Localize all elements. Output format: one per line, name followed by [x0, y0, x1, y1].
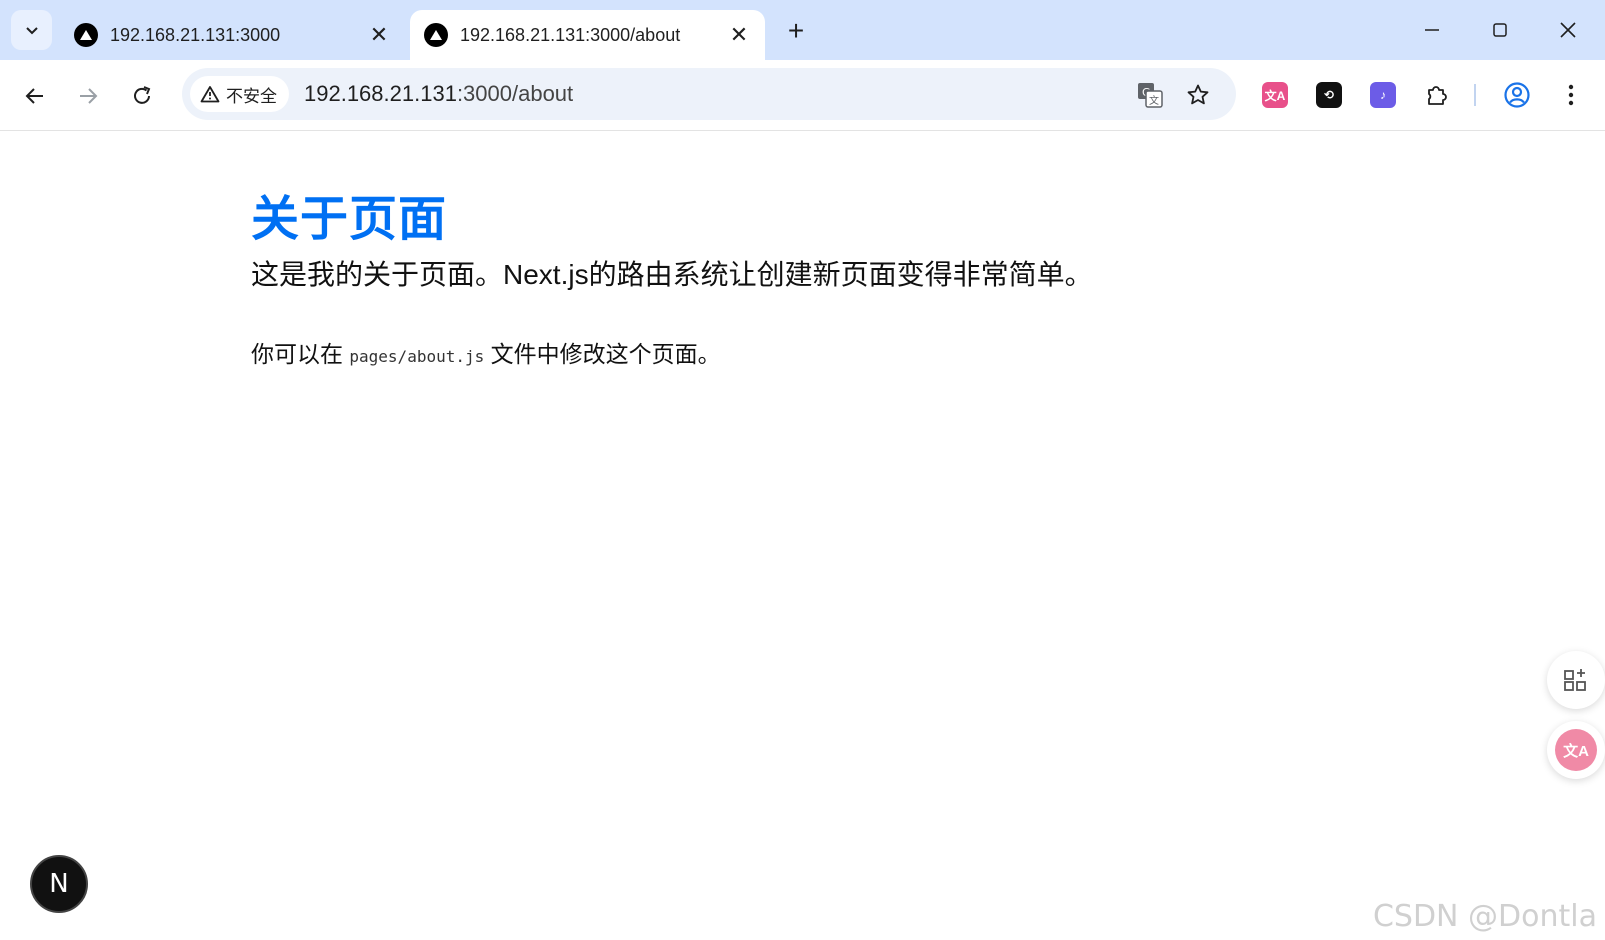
- minimize-icon: [1425, 29, 1439, 31]
- back-button[interactable]: [15, 76, 55, 116]
- translate-page-button[interactable]: G文: [1133, 78, 1167, 112]
- audio-extension-icon: ♪: [1370, 82, 1396, 108]
- nextjs-favicon-icon: [74, 23, 98, 47]
- svg-text:文: 文: [1149, 94, 1159, 107]
- url-host: 192.168.21.131: [304, 81, 457, 106]
- reload-icon: [134, 86, 151, 104]
- tab-close-icon[interactable]: ✕: [725, 21, 753, 49]
- page-note: 你可以在 pages/about.js 文件中修改这个页面。: [251, 335, 721, 369]
- tab-strip: 192.168.21.131:3000 ✕ 192.168.21.131:300…: [0, 0, 1605, 60]
- tab-home[interactable]: 192.168.21.131:3000 ✕: [60, 10, 405, 60]
- tab-title: 192.168.21.131:3000/about: [460, 24, 681, 45]
- bookmark-button[interactable]: [1181, 78, 1215, 112]
- tab-search-button[interactable]: [11, 10, 52, 50]
- star-icon: [1187, 84, 1209, 105]
- translate-extension-button[interactable]: 文A: [1258, 78, 1292, 112]
- warning-icon: [200, 86, 220, 103]
- menu-button[interactable]: [1554, 78, 1588, 112]
- close-icon: [1560, 22, 1576, 38]
- floating-apps-button[interactable]: [1547, 651, 1605, 709]
- account-circle-icon: [1504, 82, 1530, 108]
- more-vert-icon: [1568, 84, 1574, 106]
- chatgpt-extension-icon: ⟲: [1316, 82, 1342, 108]
- arrow-left-icon: [25, 88, 43, 104]
- arrow-right-icon: [80, 88, 98, 104]
- page-title: 关于页面: [251, 193, 448, 246]
- security-label: 不安全: [226, 86, 277, 106]
- page-intro: 这是我的关于页面。Next.js的路由系统让创建新页面变得非常简单。: [251, 259, 1093, 290]
- chevron-down-icon: [25, 27, 38, 35]
- security-chip[interactable]: 不安全: [190, 76, 289, 112]
- translate-extension-icon: 文A: [1262, 82, 1288, 108]
- page-note-code: pages/about.js: [349, 347, 485, 366]
- profile-button[interactable]: [1500, 78, 1534, 112]
- maximize-icon: [1493, 23, 1507, 37]
- chatgpt-extension-button[interactable]: ⟲: [1312, 78, 1346, 112]
- browser-toolbar: 不安全 192.168.21.131:3000/about G文 文A ⟲ ♪: [0, 60, 1605, 131]
- translate-icon: 文A: [1555, 729, 1597, 771]
- minimize-button[interactable]: [1398, 0, 1466, 60]
- tab-about[interactable]: 192.168.21.131:3000/about ✕: [410, 10, 765, 60]
- address-bar[interactable]: 不安全 192.168.21.131:3000/about G文: [182, 68, 1236, 120]
- tab-title: 192.168.21.131:3000: [110, 24, 281, 45]
- nextjs-favicon-icon: [424, 23, 448, 47]
- close-window-button[interactable]: [1534, 0, 1602, 60]
- nextjs-dev-indicator-button[interactable]: N: [30, 855, 88, 913]
- page-note-before: 你可以在: [251, 341, 350, 367]
- forward-button[interactable]: [68, 76, 108, 116]
- audio-extension-button[interactable]: ♪: [1366, 78, 1400, 112]
- toolbar-divider: [1474, 84, 1476, 106]
- page-viewport: 关于页面 这是我的关于页面。Next.js的路由系统让创建新页面变得非常简单。 …: [0, 131, 1605, 940]
- maximize-button[interactable]: [1466, 0, 1534, 60]
- google-translate-icon: G文: [1138, 83, 1163, 108]
- url-path: :3000/about: [456, 81, 574, 106]
- new-tab-button[interactable]: +: [781, 15, 811, 46]
- url-text[interactable]: 192.168.21.131:3000/about: [304, 81, 573, 107]
- extensions-button[interactable]: [1420, 78, 1454, 112]
- tab-close-icon[interactable]: ✕: [365, 21, 393, 49]
- page-note-after: 文件中修改这个页面。: [484, 341, 721, 367]
- reload-button[interactable]: [122, 76, 162, 116]
- floating-translate-button[interactable]: 文A: [1547, 721, 1605, 779]
- apps-plus-icon: [1564, 669, 1586, 691]
- puzzle-icon: [1428, 86, 1447, 105]
- watermark: CSDN @Dontla: [1372, 899, 1597, 934]
